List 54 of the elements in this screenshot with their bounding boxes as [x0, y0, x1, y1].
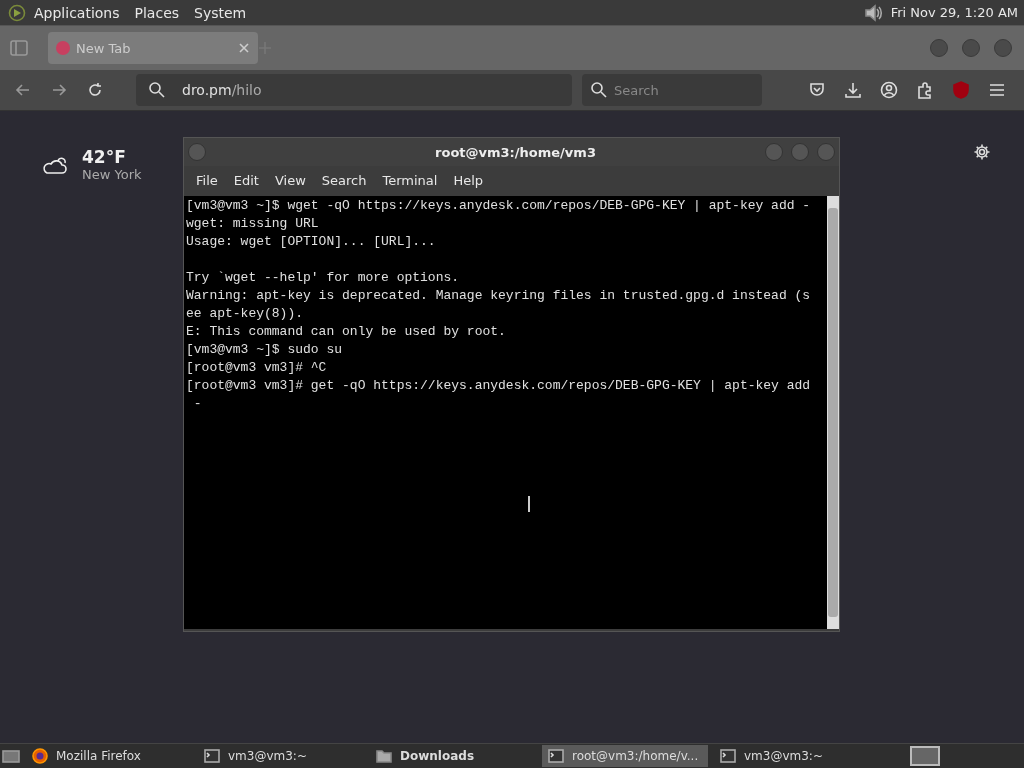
panel-menu[interactable]: System	[188, 4, 254, 21]
menu-item[interactable]: Edit	[225, 172, 267, 188]
panel-menu[interactable]: Applications	[28, 4, 127, 21]
taskbar-button[interactable]: vm3@vm3:~	[198, 745, 364, 767]
search-icon[interactable]	[590, 81, 608, 99]
workspace-switcher[interactable]	[910, 746, 940, 766]
reload-icon[interactable]	[86, 81, 104, 99]
taskbar-button[interactable]: Downloads	[370, 745, 536, 767]
terminal-line: [vm3@vm3 ~]$ sudo su	[186, 341, 344, 359]
tab-label: New Tab	[76, 40, 132, 56]
puzzle-piece-icon[interactable]	[916, 81, 934, 99]
taskbar-button[interactable]: Mozilla Firefox	[26, 745, 192, 767]
clock[interactable]: Fri Nov 29, 1:20 AM	[890, 5, 1018, 20]
terminal-icon[interactable]	[204, 748, 220, 764]
menu-item[interactable]: View	[266, 172, 314, 188]
menu-icon[interactable]	[988, 81, 1006, 99]
menu-item[interactable]: Help	[445, 172, 492, 188]
window-title: root@vm3:/home/vm3	[434, 144, 597, 160]
download-icon[interactable]	[844, 81, 862, 99]
close-icon[interactable]	[238, 42, 250, 54]
menu-item[interactable]: Terminal	[374, 172, 446, 188]
terminal-icon[interactable]	[548, 748, 564, 764]
folder-icon[interactable]	[376, 748, 392, 764]
terminal-line: -	[192, 395, 203, 413]
distro-logo-icon[interactable]	[8, 3, 26, 22]
taskbar-button[interactable]: vm3@vm3:~	[714, 745, 880, 767]
menu-item[interactable]: File	[188, 172, 226, 188]
text-cursor-icon	[528, 496, 530, 512]
pocket-icon[interactable]	[808, 81, 826, 99]
firefox-icon[interactable]	[32, 748, 48, 764]
search-field[interactable]: Search	[582, 74, 762, 106]
terminal-line: [root@vm3 vm3]# get -qO https://keys.anydesk.com/repos/DEB-GPG-KEY | apt-key add	[186, 377, 812, 395]
account-icon[interactable]	[880, 81, 898, 99]
speaker-icon[interactable]	[862, 2, 883, 23]
terminal-icon[interactable]	[720, 748, 736, 764]
search-icon[interactable]	[148, 81, 166, 99]
taskbar-button[interactable]: root@vm3:/home/v...	[542, 745, 708, 767]
panel-menu[interactable]: Places	[128, 4, 187, 21]
terminal-line: wget: missing URL	[186, 215, 320, 233]
scrollbar[interactable]	[827, 196, 839, 629]
show-desktop-icon[interactable]	[2, 748, 20, 764]
temperature: 42°F	[82, 147, 127, 167]
terminal-line: [vm3@vm3 ~]$ wget -qO https://keys.anydesk.com/repos/DEB-GPG-KEY | apt-key add -	[186, 197, 812, 215]
terminal-line: Try `wget --help' for more options.	[186, 269, 461, 287]
settings-icon[interactable]	[973, 143, 991, 161]
address-field[interactable]: dro.pm/hilo	[136, 74, 572, 106]
url-text: dro.pm/hilo	[182, 82, 262, 98]
location-name: New York	[82, 167, 142, 182]
terminal-line: E: This command can only be used by root.	[186, 323, 507, 341]
terminal-line: Usage: wget [OPTION]... [URL]...	[186, 233, 437, 251]
terminal-line: [root@vm3 vm3]# ^C	[186, 359, 328, 377]
menu-item[interactable]: Search	[313, 172, 375, 188]
terminal-line: ee apt-key(8)).	[186, 305, 305, 323]
terminal-line: Warning: apt-key is deprecated. Manage keyring files in trusted.gpg.d instead (s	[186, 287, 812, 305]
